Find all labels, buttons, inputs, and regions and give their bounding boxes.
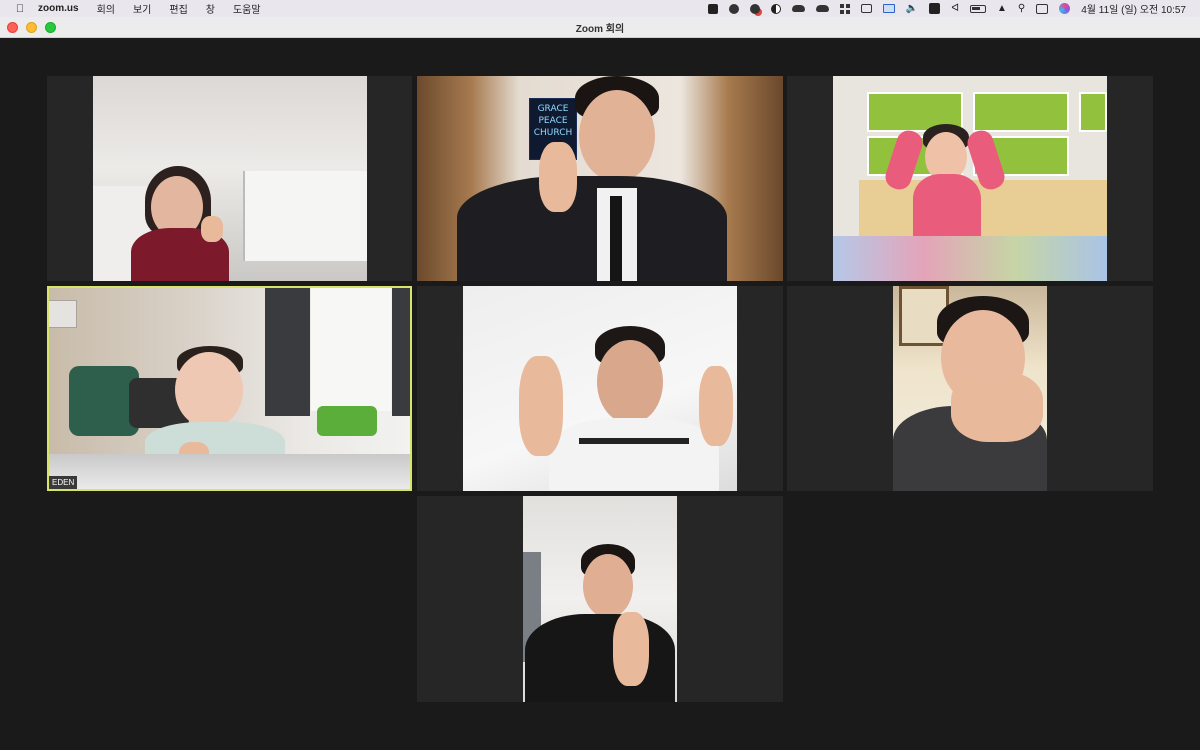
wifi-icon[interactable]: ▲ [997,3,1007,14]
cloud-sync-icon[interactable] [815,5,829,12]
window-titlebar[interactable]: Zoom 회의 [0,17,1200,38]
pink-sweater [913,174,981,236]
menu-clock[interactable]: 4월 11일 (일) 오전 10:57 [1081,1,1186,16]
tie [610,196,622,281]
participant-tile[interactable] [417,286,783,491]
cloud-icon[interactable] [791,5,805,12]
screen-mirror-icon[interactable] [882,4,895,13]
peace-sign-hand [699,366,733,446]
bluetooth-icon[interactable]: ᐊ [951,3,959,14]
participant-tile[interactable]: GRACE PEACE CHURCH [417,76,783,281]
menu-meeting[interactable]: 회의 [88,1,124,16]
menu-app-name[interactable]: zoom.us [28,3,88,14]
hand-over-mouth [951,372,1043,442]
participant-tile[interactable] [787,76,1153,281]
face [597,340,663,424]
volume-icon[interactable]: 🔈 [906,3,918,14]
black-sweater [525,614,675,702]
menu-help[interactable]: 도움말 [224,1,270,16]
high-chair-tray [47,454,412,491]
kitchen-cabinet [243,171,367,261]
participant-tile[interactable] [47,76,412,281]
participant-name-tag: EDEN [49,476,78,489]
macos-menu-bar:  zoom.us 회의 보기 편집 창 도움말 🔈 ᐊ ▲ ⚲ 4월 11일 … [0,0,1200,17]
window-light [311,286,391,411]
search-icon[interactable]: ⚲ [1018,3,1025,14]
contrast-icon[interactable] [770,3,781,14]
menu-edit[interactable]: 편집 [160,1,196,16]
baby-toy [317,406,377,436]
face [583,554,633,618]
wall-panel [47,300,77,328]
window-icon[interactable] [860,4,872,13]
participant-tile[interactable]: EDEN [47,286,412,491]
menu-window[interactable]: 창 [197,1,224,16]
shirt-stripe [579,438,689,444]
participant-video: GRACE PEACE CHURCH [417,76,783,281]
participant-video [93,76,367,281]
suit [457,176,727,281]
siri-icon[interactable] [1059,3,1071,14]
participant-tile[interactable] [787,286,1153,491]
hand [201,216,223,242]
apple-menu-icon[interactable]:  [12,3,28,15]
peace-sign-hand [613,612,649,686]
curtain [392,286,412,416]
zoom-status-icon[interactable] [707,3,718,14]
peace-sign-hand [539,142,577,212]
notification-icon[interactable] [749,3,760,14]
storage-bin [973,92,1069,132]
participant-video [893,286,1047,491]
grid-icon[interactable] [839,3,850,14]
play-mat [833,236,1107,281]
participant-video [463,286,737,491]
curtain [265,286,310,416]
battery-icon[interactable] [970,4,987,13]
participant-video [833,76,1107,281]
status-icon[interactable] [728,3,739,14]
menu-view[interactable]: 보기 [124,1,160,16]
storage-bin [1079,92,1107,132]
participant-tile[interactable] [417,496,783,702]
input-source-icon[interactable] [929,3,941,14]
peace-sign-hand [519,356,563,456]
face [579,90,655,182]
white-shirt [549,418,719,491]
participant-video [523,496,677,702]
participant-video [47,286,412,491]
window-title: Zoom 회의 [575,23,625,35]
zoom-meeting-window: Zoom 회의 GRACE PEACE CHURCH EDEN [0,17,1200,750]
face [175,352,243,428]
control-center-icon[interactable] [1036,3,1049,14]
